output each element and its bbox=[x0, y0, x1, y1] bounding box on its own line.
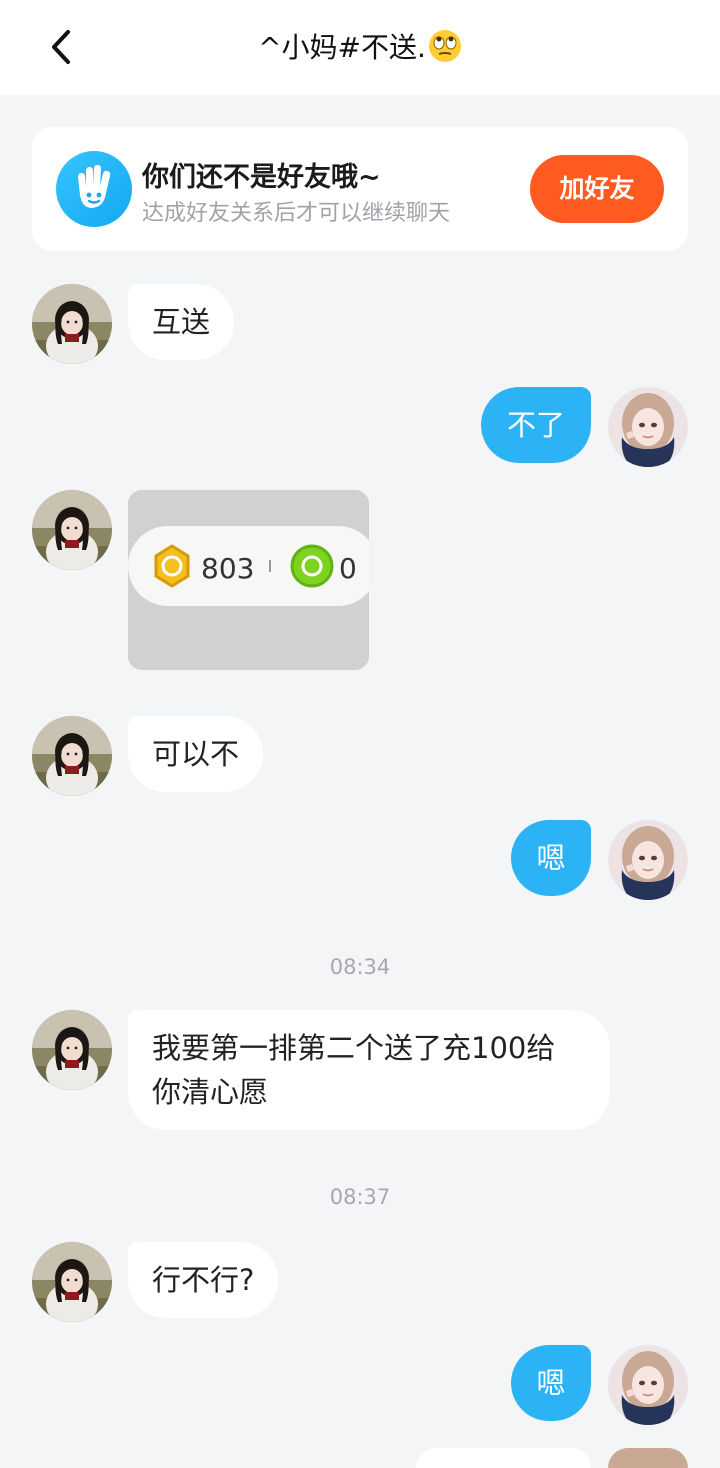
message-bubble[interactable]: 我要第一排第二个送了充100给 你清心愿 bbox=[128, 1010, 610, 1130]
waving-hand-icon bbox=[56, 151, 132, 227]
my-avatar[interactable] bbox=[608, 820, 688, 900]
friend-prompt-subtitle: 达成好友关系后才可以继续聊天 bbox=[142, 201, 451, 226]
message-bubble[interactable]: 互送 bbox=[128, 284, 235, 360]
sender-avatar[interactable] bbox=[32, 284, 112, 364]
message-line: 你清心愿 bbox=[152, 1075, 269, 1109]
chat-title-text: ^小妈#不送. bbox=[258, 31, 426, 64]
my-avatar[interactable] bbox=[608, 387, 688, 467]
friend-prompt-title: 你们还不是好友哦~ bbox=[142, 162, 381, 193]
sender-avatar[interactable] bbox=[32, 716, 112, 796]
partial-avatar bbox=[608, 1448, 688, 1468]
chat-title: ^小妈#不送. bbox=[0, 28, 720, 74]
top-bar: ^小妈#不送. bbox=[0, 0, 720, 95]
gold-balance: 803 bbox=[201, 552, 254, 585]
message-bubble[interactable]: 嗯 bbox=[511, 820, 591, 896]
eye-roll-emoji-icon bbox=[428, 29, 462, 74]
gold-coin-icon bbox=[154, 544, 190, 588]
message-line: 我要第一排第二个送了充100给 bbox=[152, 1031, 556, 1065]
timestamp: 08:34 bbox=[329, 955, 391, 979]
message-bubble[interactable]: 行不行? bbox=[128, 1242, 279, 1318]
green-balance: 0 bbox=[339, 552, 357, 585]
message-bubble[interactable]: 嗯 bbox=[511, 1345, 591, 1421]
sender-avatar[interactable] bbox=[32, 1242, 112, 1322]
partial-message-bubble bbox=[416, 1448, 591, 1468]
message-bubble[interactable]: 不了 bbox=[481, 387, 591, 463]
image-message[interactable]: 803 0 bbox=[128, 490, 369, 670]
friend-request-card: 你们还不是好友哦~ 达成好友关系后才可以继续聊天 加好友 bbox=[32, 127, 688, 251]
sender-avatar[interactable] bbox=[32, 490, 112, 570]
my-avatar[interactable] bbox=[608, 1345, 688, 1425]
sender-avatar[interactable] bbox=[32, 1010, 112, 1090]
green-coin-icon bbox=[290, 544, 334, 588]
message-bubble[interactable]: 可以不 bbox=[128, 716, 264, 792]
add-friend-button[interactable]: 加好友 bbox=[530, 155, 664, 223]
timestamp: 08:37 bbox=[329, 1185, 391, 1209]
